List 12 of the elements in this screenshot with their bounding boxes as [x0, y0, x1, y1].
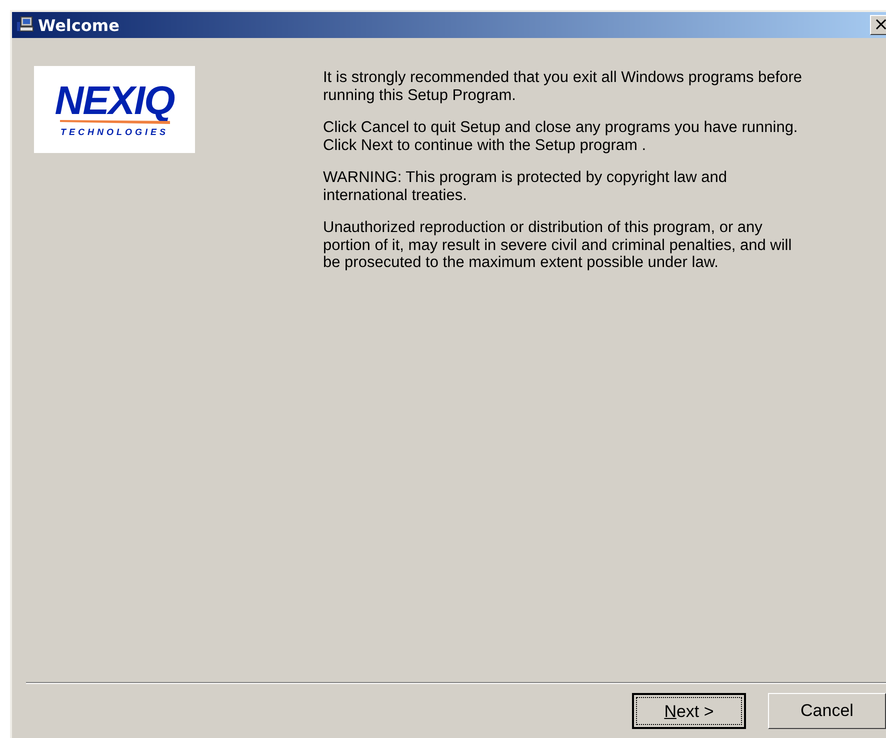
paragraph: Click Cancel to quit Setup and close any programs you have running. Click Next to continue with the Setup program . — [323, 119, 799, 154]
close-button[interactable]: × — [870, 15, 886, 35]
logo-tagline: TECHNOLOGIES — [60, 127, 168, 137]
paragraph: WARNING: This program is protected by copyright law and international treaties. — [323, 169, 728, 204]
computer-icon — [16, 16, 34, 34]
swoosh-icon — [60, 120, 170, 124]
window-title: Welcome — [38, 16, 120, 34]
cancel-button[interactable]: Cancel — [768, 693, 886, 729]
paragraph: It is strongly recommended that you exit all Windows programs before running this Setup Program. — [323, 69, 803, 104]
logo-name: NEXIQ — [54, 82, 174, 120]
paragraph: Unauthorized reproduction or distribution of this program, or any portion of it, may result in severe civil and criminal penalties, and will be prosecuted to the maximum extent possible under law. — [323, 219, 793, 272]
next-button[interactable]: Next > — [632, 693, 746, 729]
